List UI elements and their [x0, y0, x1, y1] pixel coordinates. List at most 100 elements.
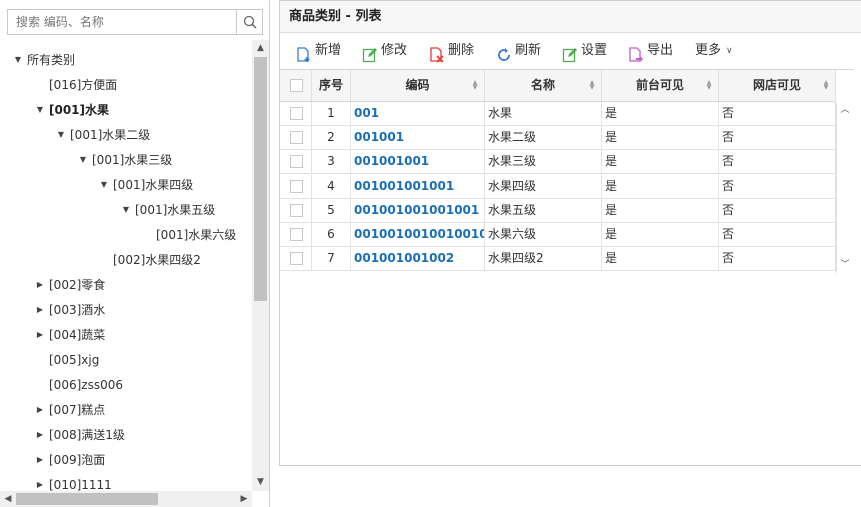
sort-icon: ▲ ▼ — [472, 79, 478, 91]
tree-node[interactable]: [002]水果四级2 — [113, 250, 201, 270]
tree-node-selected[interactable]: ▼ [001]水果 — [37, 100, 109, 120]
table-row[interactable]: 6001001001001001001水果六级是否 — [280, 223, 836, 247]
row-checkbox[interactable] — [290, 252, 303, 266]
tree-node[interactable]: [001]水果六级 — [156, 225, 236, 245]
search-input[interactable] — [8, 10, 236, 34]
cell-index: 3 — [312, 150, 351, 174]
collapsed-arrow-icon[interactable]: ▶ — [35, 275, 45, 295]
row-checkbox[interactable] — [290, 203, 303, 217]
cell-code: 001001001001001 — [351, 198, 485, 222]
cell-code: 001001 — [351, 126, 485, 150]
expanded-arrow-icon[interactable]: ▼ — [78, 150, 88, 170]
code-link[interactable]: 001001001 — [354, 154, 429, 168]
header-name[interactable]: 名称 ▲ ▼ — [485, 70, 602, 101]
tree-node[interactable]: ▼ [001]水果五级 — [123, 200, 215, 220]
code-link[interactable]: 001001 — [354, 130, 404, 144]
toolbar: 新增 修改 删除 刷新 设置 导出 更多 ∨ — [280, 34, 861, 68]
row-checkbox[interactable] — [290, 228, 303, 241]
chevron-down-icon[interactable]: ﹀ — [837, 257, 853, 273]
code-link[interactable]: 001001001002 — [354, 251, 454, 265]
table-row[interactable]: 3 001001001 水果三级是否 — [280, 150, 836, 175]
sort-icon: ▲ ▼ — [823, 79, 829, 91]
scroll-thumb[interactable] — [16, 493, 158, 505]
expanded-arrow-icon[interactable]: ▼ — [121, 200, 131, 220]
scroll-left-icon[interactable]: ◀ — [0, 491, 16, 507]
scroll-down-icon[interactable]: ▼ — [252, 474, 269, 491]
cell-front-visible: 是 — [602, 150, 719, 174]
tree-horizontal-scrollbar[interactable]: ◀ ▶ — [0, 491, 252, 507]
collapsed-arrow-icon[interactable]: ▶ — [35, 400, 45, 420]
collapsed-arrow-icon[interactable]: ▶ — [35, 425, 45, 445]
edit-button[interactable]: 修改 — [362, 34, 407, 68]
settings-button[interactable]: 设置 — [562, 34, 607, 68]
tree-node[interactable]: ▶ [009]泡面 — [37, 450, 105, 470]
tree-node[interactable]: [016]方便面 — [49, 75, 117, 95]
code-link[interactable]: 001001001001 — [354, 179, 454, 193]
scroll-right-icon[interactable]: ▶ — [236, 491, 252, 507]
table-row[interactable]: 4 001001001001 水果四级是否 — [280, 174, 836, 199]
collapsed-arrow-icon[interactable]: ▶ — [35, 475, 45, 491]
row-checkbox[interactable] — [290, 131, 303, 145]
header-front-visible[interactable]: 前台可见 ▲ ▼ — [602, 70, 719, 101]
search-icon — [243, 15, 257, 29]
tree-node[interactable]: [006]zss006 — [49, 375, 123, 395]
tree-node[interactable]: ▶ [004]蔬菜 — [37, 325, 105, 345]
tree-node[interactable]: ▼ [001]水果三级 — [80, 150, 172, 170]
expanded-arrow-icon[interactable]: ▼ — [13, 50, 23, 70]
add-button[interactable]: 新增 — [296, 34, 341, 68]
row-checkbox[interactable] — [290, 107, 303, 120]
code-link[interactable]: 001001001001001001 — [354, 227, 484, 241]
tree-node[interactable]: ▶ [008]满送1级 — [37, 425, 125, 445]
tree-node[interactable]: ▼ [001]水果二级 — [58, 125, 150, 145]
header-code[interactable]: 编码 ▲ ▼ — [351, 70, 485, 101]
row-checkbox-cell — [280, 223, 312, 246]
collapsed-arrow-icon[interactable]: ▶ — [35, 325, 45, 345]
tree-node[interactable]: ▼ [001]水果四级 — [101, 175, 193, 195]
table-vertical-scrollbar[interactable]: ︿ ﹀ — [836, 102, 853, 273]
scroll-thumb[interactable] — [254, 57, 267, 301]
tree-vertical-scrollbar[interactable]: ▲ ▼ — [252, 40, 269, 491]
tree-node[interactable]: ▶ [007]糕点 — [37, 400, 105, 420]
code-link[interactable]: 001001001001001 — [354, 203, 479, 217]
table-row[interactable]: 7 001001001002 水果四级2 是否 — [280, 247, 836, 272]
category-tree-panel: ▼ 所有类别 [016]方便面 ▼ [001]水果 ▼ [001]水果二级 ▼ … — [0, 0, 270, 507]
cell-front-visible: 是 — [602, 102, 719, 125]
refresh-icon — [496, 43, 512, 61]
chevron-up-icon[interactable]: ︿ — [837, 102, 853, 118]
cell-code: 001001001001 — [351, 174, 485, 198]
expanded-arrow-icon[interactable]: ▼ — [99, 175, 109, 195]
row-checkbox[interactable] — [290, 179, 303, 193]
row-checkbox-cell — [280, 174, 312, 198]
expanded-arrow-icon[interactable]: ▼ — [35, 100, 45, 120]
tree-node[interactable]: ▼ 所有类别 — [15, 50, 75, 70]
chevron-down-icon: ∨ — [726, 46, 733, 56]
delete-icon — [429, 43, 445, 63]
select-all-checkbox[interactable] — [290, 79, 303, 92]
export-button[interactable]: 导出 — [628, 34, 673, 68]
header-store-visible[interactable]: 网店可见 ▲ ▼ — [719, 70, 836, 101]
sort-icon: ▲ ▼ — [706, 79, 712, 91]
tree-node[interactable]: ▶ [002]零食 — [37, 275, 105, 295]
table-row[interactable]: 2 001001 水果二级是否 — [280, 126, 836, 151]
tree-node[interactable]: ▶ [010]1111 — [37, 475, 112, 491]
code-link[interactable]: 001 — [354, 106, 379, 120]
delete-button[interactable]: 删除 — [429, 34, 474, 68]
search-button[interactable] — [236, 10, 262, 34]
refresh-button[interactable]: 刷新 — [496, 34, 541, 68]
scroll-up-icon[interactable]: ▲ — [252, 40, 269, 57]
row-checkbox[interactable] — [290, 155, 303, 169]
tree-node[interactable]: ▶ [003]酒水 — [37, 300, 105, 320]
collapsed-arrow-icon[interactable]: ▶ — [35, 450, 45, 470]
collapsed-arrow-icon[interactable]: ▶ — [35, 300, 45, 320]
cell-name: 水果四级 — [485, 174, 602, 198]
settings-icon — [562, 43, 578, 63]
expanded-arrow-icon[interactable]: ▼ — [56, 125, 66, 145]
panel-title: 商品类别 - 列表 — [280, 1, 861, 33]
table-row[interactable]: 1 001 水果是否 — [280, 102, 836, 126]
category-table: 序号 编码 ▲ ▼ 名称 ▲ ▼ 前台可见 ▲ ▼ 网店可见 ▲ ▼ 1 001 水果是否 2… — [280, 69, 854, 273]
cell-index: 7 — [312, 247, 351, 271]
cell-front-visible: 是 — [602, 247, 719, 271]
more-dropdown[interactable]: 更多 ∨ — [695, 34, 733, 68]
tree-node[interactable]: [005]xjg — [49, 350, 99, 370]
table-row[interactable]: 5 001001001001001 水果五级是否 — [280, 198, 836, 223]
